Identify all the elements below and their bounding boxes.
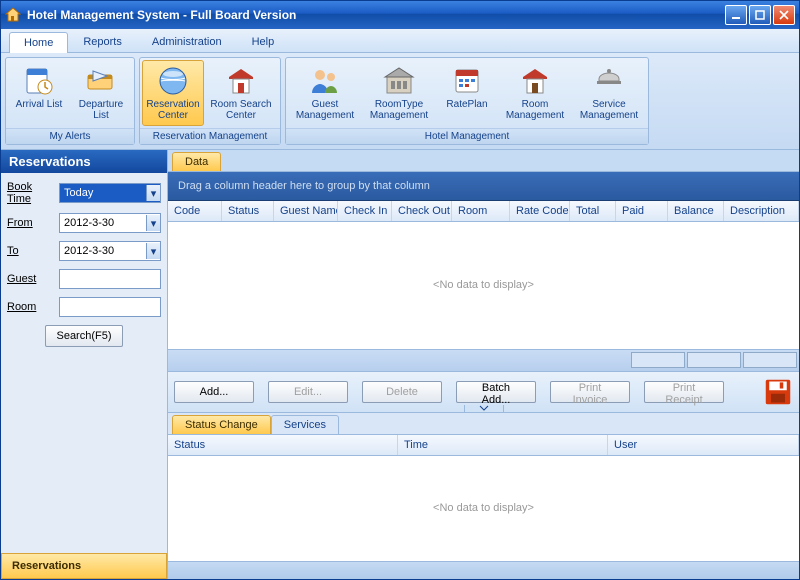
- add-button[interactable]: Add...: [174, 381, 254, 403]
- window-buttons: [725, 5, 795, 25]
- tab-services[interactable]: Services: [271, 415, 339, 434]
- subcol-user[interactable]: User: [608, 435, 799, 455]
- col-check-out[interactable]: Check Out: [392, 201, 452, 221]
- menu-tab-administration[interactable]: Administration: [137, 31, 237, 52]
- guest-icon: [309, 65, 341, 97]
- window-title: Hotel Management System - Full Board Ver…: [27, 8, 725, 22]
- departure-icon: [85, 65, 117, 97]
- room-input[interactable]: [59, 297, 161, 317]
- ribbon: Arrival List Departure List My Alerts Re…: [1, 53, 799, 150]
- ribbon-rateplan[interactable]: RatePlan: [436, 60, 498, 126]
- edit-button[interactable]: Edit...: [268, 381, 348, 403]
- sub-grid: Status Time User <No data to display>: [168, 435, 799, 562]
- chevron-down-icon: ▾: [146, 243, 160, 259]
- action-bar: Add... Edit... Delete Batch Add... Print…: [168, 371, 799, 413]
- save-icon[interactable]: [763, 378, 793, 406]
- roomsearch-icon: [225, 65, 257, 97]
- sidebar-title: Reservations: [1, 150, 167, 173]
- ribbon-reservation-center[interactable]: Reservation Center: [142, 60, 204, 126]
- chevron-down-icon: ▾: [146, 185, 160, 201]
- rateplan-icon: [451, 65, 483, 97]
- book-time-combo[interactable]: Today▾: [59, 183, 161, 203]
- ribbon-group-hotel: Guest Management RoomType Management Rat…: [285, 57, 649, 145]
- ribbon-guest-management[interactable]: Guest Management: [288, 60, 362, 126]
- subcol-time[interactable]: Time: [398, 435, 608, 455]
- titlebar: Hotel Management System - Full Board Ver…: [1, 1, 799, 29]
- content: Reservations Book Time Today▾ From 2012-…: [1, 150, 799, 579]
- summary-cell: [687, 352, 741, 368]
- expander-handle[interactable]: [464, 405, 504, 413]
- search-button[interactable]: Search(F5): [45, 325, 122, 347]
- col-total[interactable]: Total: [570, 201, 616, 221]
- menu-tab-reports[interactable]: Reports: [68, 31, 137, 52]
- subgrid-header: Status Time User: [168, 435, 799, 456]
- from-label: From: [7, 217, 55, 229]
- col-guest-name[interactable]: Guest Name: [274, 201, 338, 221]
- arrival-icon: [23, 65, 55, 97]
- ribbon-room-search-center[interactable]: Room Search Center: [204, 60, 278, 126]
- to-date-combo[interactable]: 2012-3-30▾: [59, 241, 161, 261]
- col-rate-code[interactable]: Rate Code: [510, 201, 570, 221]
- tab-status-change[interactable]: Status Change: [172, 415, 271, 434]
- col-status[interactable]: Status: [222, 201, 274, 221]
- room-label: Room: [7, 301, 55, 313]
- summary-cell: [743, 352, 797, 368]
- close-button[interactable]: [773, 5, 795, 25]
- ribbon-caption-hotel: Hotel Management: [286, 128, 648, 144]
- from-date-combo[interactable]: 2012-3-30▾: [59, 213, 161, 233]
- ribbon-room-management[interactable]: Room Management: [498, 60, 572, 126]
- col-code[interactable]: Code: [168, 201, 222, 221]
- subgrid-empty: <No data to display>: [168, 456, 799, 562]
- print-receipt-button[interactable]: Print Receipt: [644, 381, 724, 403]
- service-icon: [593, 65, 625, 97]
- bottom-strip: [168, 561, 799, 579]
- book-time-label: Book Time: [7, 181, 55, 205]
- guest-input[interactable]: [59, 269, 161, 289]
- sidebar-footer[interactable]: Reservations: [1, 553, 167, 579]
- tab-data[interactable]: Data: [172, 152, 221, 171]
- ribbon-roomtype-management[interactable]: RoomType Management: [362, 60, 436, 126]
- col-paid[interactable]: Paid: [616, 201, 668, 221]
- col-room[interactable]: Room: [452, 201, 510, 221]
- menubar: Home Reports Administration Help: [1, 29, 799, 53]
- menu-tab-home[interactable]: Home: [9, 32, 68, 53]
- chevron-down-icon: ▾: [146, 215, 160, 231]
- ribbon-group-alerts: Arrival List Departure List My Alerts: [5, 57, 135, 145]
- grid-empty: <No data to display>: [168, 222, 799, 349]
- app-window: Hotel Management System - Full Board Ver…: [0, 0, 800, 580]
- sidebar: Reservations Book Time Today▾ From 2012-…: [1, 150, 168, 579]
- ribbon-departure-list[interactable]: Departure List: [70, 60, 132, 126]
- group-by-hint[interactable]: Drag a column header here to group by th…: [168, 172, 799, 201]
- reservation-icon: [157, 65, 189, 97]
- filter-form: Book Time Today▾ From 2012-3-30▾ To 2012…: [1, 173, 167, 353]
- minimize-button[interactable]: [725, 5, 747, 25]
- batch-add-button[interactable]: Batch Add...: [456, 381, 536, 403]
- guest-label: Guest: [7, 273, 55, 285]
- sub-tabstrip: Status Change Services: [168, 413, 799, 435]
- subcol-status[interactable]: Status: [168, 435, 398, 455]
- delete-button[interactable]: Delete: [362, 381, 442, 403]
- col-balance[interactable]: Balance: [668, 201, 724, 221]
- summary-cell: [631, 352, 685, 368]
- home-icon: [5, 7, 21, 23]
- col-description[interactable]: Description: [724, 201, 799, 221]
- ribbon-service-management[interactable]: Service Management: [572, 60, 646, 126]
- room-icon: [519, 65, 551, 97]
- grid-header: Code Status Guest Name Check In Check Ou…: [168, 201, 799, 222]
- col-check-in[interactable]: Check In: [338, 201, 392, 221]
- to-label: To: [7, 245, 55, 257]
- ribbon-arrival-list[interactable]: Arrival List: [8, 60, 70, 126]
- main-area: Data Drag a column header here to group …: [168, 150, 799, 579]
- main-tabstrip: Data: [168, 150, 799, 172]
- ribbon-group-reservation: Reservation Center Room Search Center Re…: [139, 57, 281, 145]
- summary-row: [168, 349, 799, 371]
- print-invoice-button[interactable]: Print Invoice: [550, 381, 630, 403]
- ribbon-caption-reservation: Reservation Management: [140, 128, 280, 144]
- roomtype-icon: [383, 65, 415, 97]
- menu-tab-help[interactable]: Help: [237, 31, 290, 52]
- ribbon-caption-alerts: My Alerts: [6, 128, 134, 144]
- maximize-button[interactable]: [749, 5, 771, 25]
